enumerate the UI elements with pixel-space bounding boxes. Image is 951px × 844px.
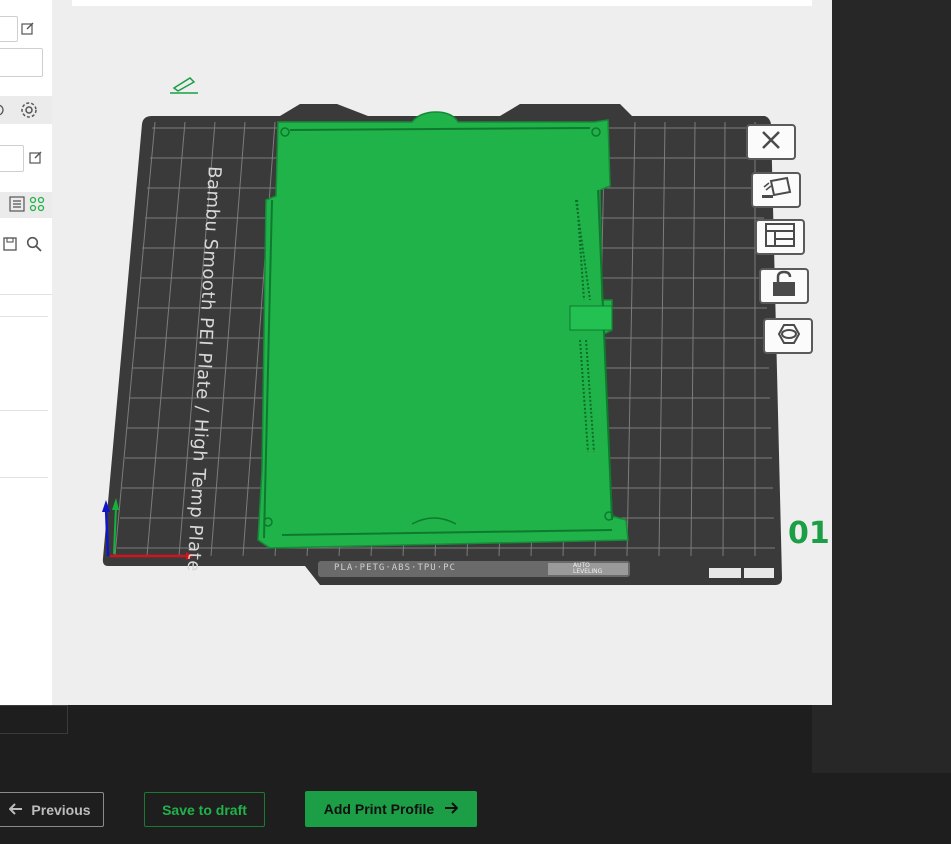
previous-label: Previous — [31, 801, 91, 818]
arrange-icon — [763, 222, 797, 253]
edit-plate-name-icon[interactable] — [170, 77, 198, 94]
settings-sidebar — [0, 0, 52, 705]
arrow-left-icon — [9, 802, 23, 818]
divider — [0, 316, 48, 317]
right-dark-panel — [812, 0, 951, 773]
divider — [0, 294, 52, 295]
sidebar-field-2[interactable] — [0, 145, 24, 172]
arrow-right-icon — [444, 801, 459, 817]
auto-orient-button[interactable] — [751, 172, 801, 208]
filament-icon[interactable] — [0, 101, 8, 119]
save-to-draft-button[interactable]: Save to draft — [144, 792, 265, 827]
sidebar-input[interactable] — [0, 48, 43, 77]
lock-plate-button[interactable] — [759, 268, 809, 304]
add-print-profile-button[interactable]: Add Print Profile — [305, 791, 477, 827]
plate-marker — [709, 568, 741, 578]
lock-icon — [769, 270, 799, 303]
bottom-input-box[interactable] — [0, 705, 68, 734]
settings-icon[interactable] — [19, 100, 39, 120]
plate-settings-button[interactable] — [763, 318, 813, 354]
build-plate-scene[interactable] — [52, 0, 832, 705]
arrange-button[interactable] — [755, 219, 805, 255]
list-icon[interactable] — [8, 195, 26, 213]
save-draft-label: Save to draft — [162, 801, 247, 818]
3d-viewport[interactable]: Bambu Smooth PEI Plate / High Temp Plate… — [52, 0, 832, 705]
settings-hex-icon — [771, 321, 805, 352]
add-profile-label: Add Print Profile — [323, 801, 435, 817]
auto-orient-icon — [759, 175, 793, 206]
green-case-model[interactable] — [257, 111, 629, 549]
filament-label: PLA·PETG·ABS·TPU·PC — [334, 563, 456, 573]
close-plate-button[interactable] — [746, 124, 796, 160]
plate-number: 01 — [788, 516, 830, 551]
divider — [0, 410, 48, 411]
plate-marker — [744, 568, 774, 578]
edit-icon[interactable] — [20, 20, 36, 36]
edit-icon[interactable] — [28, 149, 44, 165]
connect-icon[interactable] — [28, 195, 46, 213]
save-icon[interactable] — [2, 236, 18, 252]
previous-button[interactable]: Previous — [0, 792, 104, 827]
divider — [0, 477, 48, 478]
sidebar-field[interactable] — [0, 16, 18, 42]
close-icon — [756, 129, 786, 156]
auto-label: AUTO LEVELING — [573, 562, 603, 575]
search-icon[interactable] — [25, 235, 43, 253]
